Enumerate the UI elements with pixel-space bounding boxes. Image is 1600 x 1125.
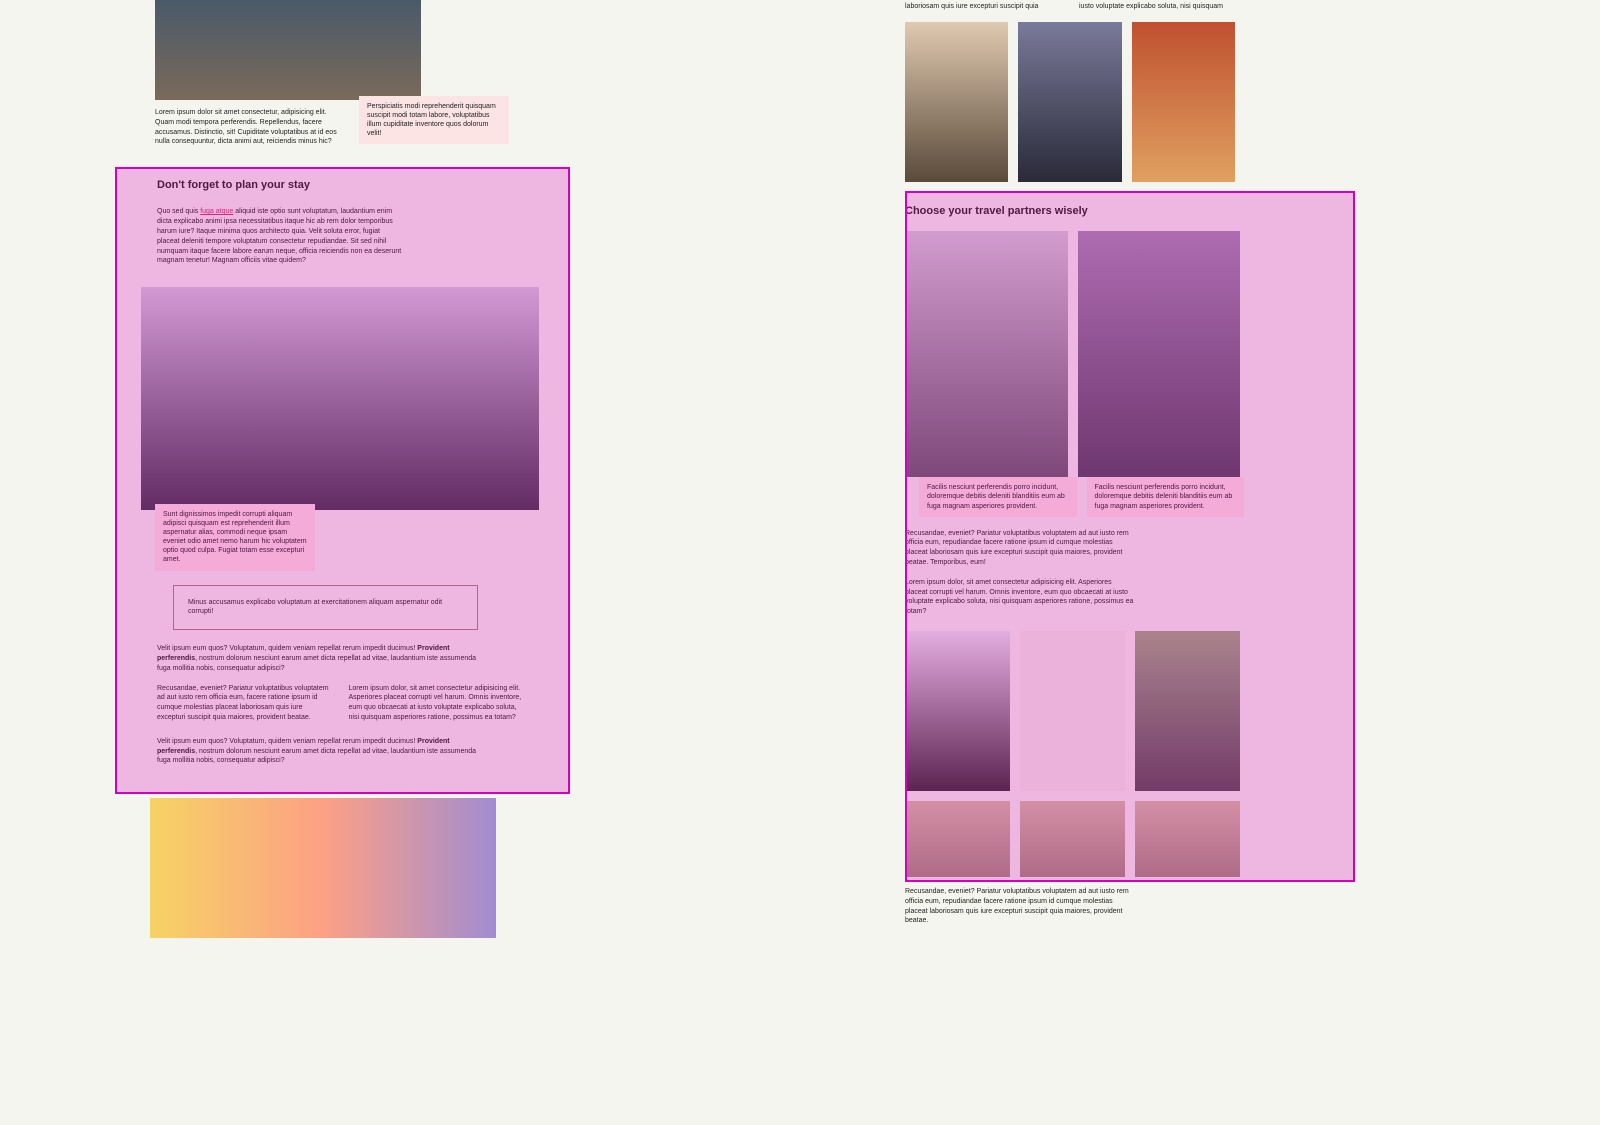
hero-caption: Lorem ipsum dolor sit amet consectetur, …: [155, 108, 345, 147]
body-para-1: Velit ipsum eum quos? Voluptatum, quidem…: [157, 644, 478, 673]
section-heading-plan: Don't forget to plan your stay: [157, 178, 528, 193]
mountain-image: [141, 287, 539, 510]
caption-left: Facilis nesciunt perferendis porro incid…: [919, 477, 1077, 516]
section-heading-partners: Choose your travel partners wisely: [905, 204, 1240, 219]
col-right: Lorem ipsum dolor, sit amet consectetur …: [349, 684, 523, 723]
img-runner: [1135, 631, 1240, 791]
pull-quote: Minus accusamus explicabo voluptatum at …: [173, 585, 478, 631]
img-skater: [905, 231, 1068, 477]
img-beach-2: [1020, 801, 1125, 877]
color-street-image: [150, 798, 496, 938]
top-col-left: ratione ipsum id cumque molestias placea…: [905, 0, 1061, 12]
img-woman: [905, 22, 1008, 182]
img-food: [1132, 22, 1235, 182]
img-sitting: [1018, 22, 1121, 182]
img-dog: [905, 631, 1010, 791]
body-para-2: Velit ipsum eum quos? Voluptatum, quidem…: [157, 737, 478, 766]
hero-image-street: [155, 0, 421, 100]
img-beach-1: [905, 801, 1010, 877]
img-beach-3: [1135, 801, 1240, 877]
img-camera: [1020, 631, 1125, 791]
partners-para-1: Recusandae, eveniet? Pariatur voluptatib…: [905, 529, 1135, 568]
section-intro: Quo sed quis fuga atque aliquid iste opt…: [157, 207, 402, 266]
img-city: [1078, 231, 1241, 477]
hero-note: Perspiciatis modi reprehenderit quisquam…: [359, 96, 509, 144]
inline-link[interactable]: fuga atque: [200, 208, 233, 215]
mountain-note: Sunt dignissimos impedit corrupti aliqua…: [155, 504, 315, 571]
top-col-right: harum. Omnis inventore, eum quo obcaecat…: [1079, 0, 1235, 12]
partners-para-3: Recusandae, eveniet? Pariatur voluptatib…: [905, 887, 1135, 926]
partners-para-2: Lorem ipsum dolor, sit amet consectetur …: [905, 578, 1135, 617]
col-left: Recusandae, eveniet? Pariatur voluptatib…: [157, 684, 331, 723]
caption-right: Facilis nesciunt perferendis porro incid…: [1087, 477, 1245, 516]
